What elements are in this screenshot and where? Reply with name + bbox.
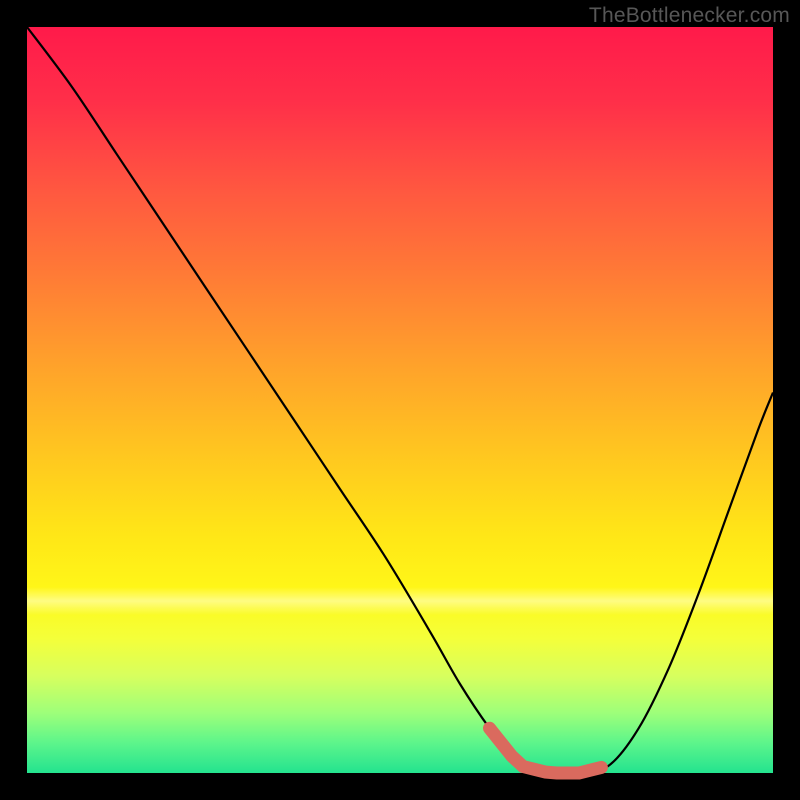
curve-svg — [27, 27, 773, 773]
highlight-segment — [490, 728, 602, 773]
chart-frame: TheBottlenecker.com — [0, 0, 800, 800]
plot-area — [27, 27, 773, 773]
bottleneck-curve — [27, 27, 773, 774]
watermark-text: TheBottlenecker.com — [589, 4, 790, 28]
